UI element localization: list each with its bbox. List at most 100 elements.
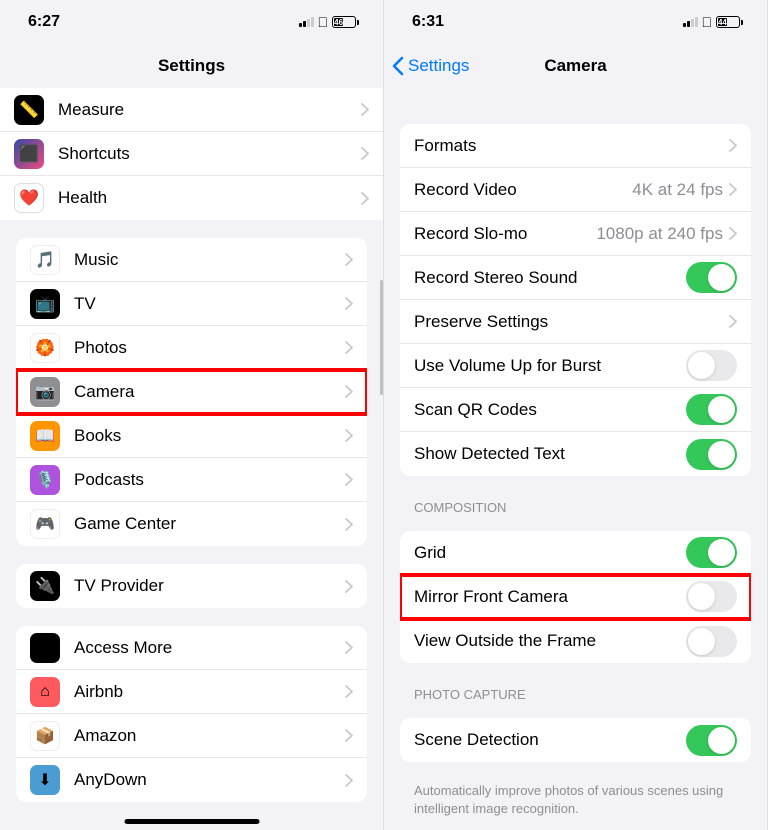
camera-settings-list[interactable]: FormatsRecord Video4K at 24 fpsRecord Sl… (384, 88, 767, 830)
settings-row-podcasts[interactable]: 🎙️ Podcasts (16, 458, 367, 502)
row-label: Record Slo-mo (414, 224, 596, 244)
chevron-right-icon (345, 685, 353, 698)
settings-group: FormatsRecord Video4K at 24 fpsRecord Sl… (400, 124, 751, 476)
settings-row-tv[interactable]: 📺TV (16, 282, 367, 326)
settings-group: ◈ Access More ⌂Airbnb📦Amazon⬇AnyDown (16, 626, 367, 802)
back-button[interactable]: Settings (392, 56, 469, 76)
scan-qr-toggle[interactable] (686, 394, 737, 425)
row-label: Camera (74, 382, 345, 402)
row-label: Show Detected Text (414, 444, 686, 464)
settings-row-amazon[interactable]: 📦Amazon (16, 714, 367, 758)
cellular-icon (299, 17, 314, 27)
chevron-right-icon (345, 385, 353, 398)
settings-screen: 6:27 􀙇 46 Settings 📏Measure⬛Shortcuts❤️H… (0, 0, 384, 830)
settings-row-detected-text[interactable]: Show Detected Text (400, 432, 751, 476)
status-icons: 􀙇 46 (299, 14, 360, 30)
status-bar: 6:27 􀙇 46 (0, 0, 383, 44)
chevron-right-icon (729, 227, 737, 240)
mirror-front-toggle[interactable] (686, 581, 737, 612)
settings-row-shortcuts[interactable]: ⬛Shortcuts (0, 132, 383, 176)
detected-text-toggle[interactable] (686, 439, 737, 470)
nav-header: Settings Camera (384, 44, 767, 88)
chevron-right-icon (345, 473, 353, 486)
settings-row-view-outside[interactable]: View Outside the Frame (400, 619, 751, 663)
nav-header: Settings (0, 44, 383, 88)
chevron-right-icon (345, 518, 353, 531)
settings-row-camera[interactable]: 📷 Camera (16, 370, 367, 414)
gamecenter-icon: 🎮 (30, 509, 60, 539)
accessmore-icon: ◈ (30, 633, 60, 663)
row-label: Mirror Front Camera (414, 587, 686, 607)
books-icon: 📖 (30, 421, 60, 451)
row-label: Scene Detection (414, 730, 686, 750)
settings-row-gamecenter[interactable]: 🎮 Game Center (16, 502, 367, 546)
cellular-icon (683, 17, 698, 27)
settings-row-photos[interactable]: 🏵️ Photos (16, 326, 367, 370)
settings-row-mirror-front[interactable]: Mirror Front Camera (400, 575, 751, 619)
chevron-right-icon (345, 580, 353, 593)
shortcuts-icon: ⬛ (14, 139, 44, 169)
settings-row-preserve-settings[interactable]: Preserve Settings (400, 300, 751, 344)
podcasts-icon: 🎙️ (30, 465, 60, 495)
volume-burst-toggle[interactable] (686, 350, 737, 381)
settings-row-books[interactable]: 📖Books (16, 414, 367, 458)
settings-row-record-video[interactable]: Record Video4K at 24 fps (400, 168, 751, 212)
settings-row-scan-qr[interactable]: Scan QR Codes (400, 388, 751, 432)
row-label: Record Stereo Sound (414, 268, 686, 288)
view-outside-toggle[interactable] (686, 626, 737, 657)
chevron-right-icon (345, 429, 353, 442)
settings-group: Grid Mirror Front Camera View Outside the … (400, 531, 751, 663)
chevron-right-icon (361, 103, 369, 116)
amazon-icon: 📦 (30, 721, 60, 751)
settings-row-accessmore[interactable]: ◈ Access More (16, 626, 367, 670)
row-label: View Outside the Frame (414, 631, 686, 651)
settings-row-record-slomo[interactable]: Record Slo-mo1080p at 240 fps (400, 212, 751, 256)
settings-list[interactable]: 📏Measure⬛Shortcuts❤️Health 🎵 Music 📺TV 🏵️ Pho… (0, 88, 383, 830)
settings-row-measure[interactable]: 📏Measure (0, 88, 383, 132)
row-label: Record Video (414, 180, 632, 200)
anydown-icon: ⬇ (30, 765, 60, 795)
tvprovider-icon: 🔌 (30, 571, 60, 601)
grid-toggle[interactable] (686, 537, 737, 568)
settings-row-volume-burst[interactable]: Use Volume Up for Burst (400, 344, 751, 388)
music-icon: 🎵 (30, 245, 60, 275)
settings-row-airbnb[interactable]: ⌂Airbnb (16, 670, 367, 714)
section-header: COMPOSITION (384, 494, 767, 521)
stereo-sound-toggle[interactable] (686, 262, 737, 293)
row-label: Music (74, 250, 345, 270)
chevron-right-icon (345, 641, 353, 654)
scene-detection-toggle[interactable] (686, 725, 737, 756)
chevron-right-icon (361, 147, 369, 160)
settings-row-scene-detection[interactable]: Scene Detection (400, 718, 751, 762)
chevron-right-icon (345, 297, 353, 310)
row-label: Photos (74, 338, 345, 358)
chevron-right-icon (345, 253, 353, 266)
chevron-left-icon (392, 56, 404, 76)
settings-row-music[interactable]: 🎵 Music (16, 238, 367, 282)
settings-row-tvprovider[interactable]: 🔌TV Provider (16, 564, 367, 608)
chevron-right-icon (345, 774, 353, 787)
row-label: Podcasts (74, 470, 345, 490)
settings-group: 🔌TV Provider (16, 564, 367, 608)
chevron-right-icon (729, 139, 737, 152)
camera-icon: 📷 (30, 377, 60, 407)
wifi-icon: 􀙇 (318, 14, 329, 30)
row-label: Game Center (74, 514, 345, 534)
home-indicator[interactable] (124, 819, 259, 824)
section-footer: Automatically improve photos of various … (384, 780, 767, 819)
scrollbar[interactable] (380, 280, 383, 395)
settings-row-stereo-sound[interactable]: Record Stereo Sound (400, 256, 751, 300)
row-detail: 1080p at 240 fps (596, 224, 723, 244)
settings-row-anydown[interactable]: ⬇AnyDown (16, 758, 367, 802)
settings-row-formats[interactable]: Formats (400, 124, 751, 168)
settings-row-health[interactable]: ❤️Health (0, 176, 383, 220)
back-label: Settings (408, 56, 469, 76)
row-label: Access More (74, 638, 345, 658)
settings-row-grid[interactable]: Grid (400, 531, 751, 575)
row-label: Use Volume Up for Burst (414, 356, 686, 376)
tv-icon: 📺 (30, 289, 60, 319)
row-label: Formats (414, 136, 729, 156)
photos-icon: 🏵️ (30, 333, 60, 363)
page-title: Settings (158, 56, 225, 76)
row-label: Health (58, 188, 361, 208)
